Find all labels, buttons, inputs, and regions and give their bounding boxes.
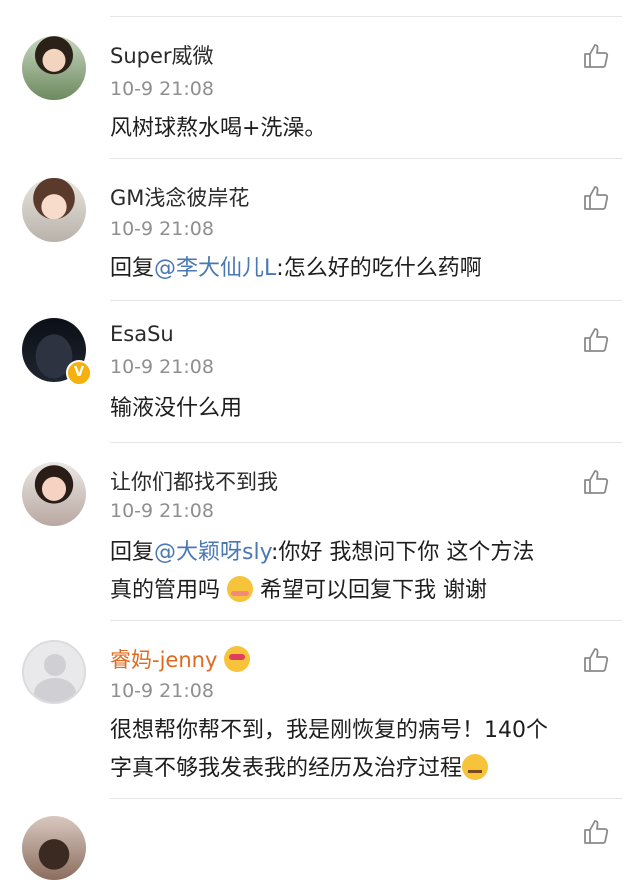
reply-prefix: 回复 [110,540,155,565]
sweat-emoji-icon [462,754,489,780]
commenter-name-text: 睿妈-jenny [110,648,218,672]
comment-body-line1: 很想帮你帮不到，我是刚恢复的病号！140个 [110,718,548,743]
comment-time: 10-9 21:08 [110,680,214,702]
avatar[interactable] [22,178,86,242]
comment-body: :怎么好的吃什么药啊 [276,256,482,281]
thumbs-up-icon[interactable] [582,818,610,846]
comment-time: 10-9 21:08 [110,218,214,240]
comment-text: 很想帮你帮不到，我是刚恢复的病号！140个 字真不够我发表我的经历及治疗过程 [110,712,620,788]
avatar[interactable] [22,462,86,526]
divider [110,158,622,159]
love-emoji-icon [224,646,251,672]
commenter-name[interactable]: 睿妈-jenny [110,644,251,674]
comment-body-line2a: 真的管用吗 [110,578,227,603]
commenter-name[interactable]: Super威微 [110,40,214,70]
comment-time: 10-9 21:08 [110,356,214,378]
thumbs-up-icon[interactable] [582,326,610,354]
comment-body-line2: 字真不够我发表我的经历及治疗过程 [110,756,463,781]
top-divider [110,16,622,17]
divider [110,798,622,799]
commenter-name[interactable]: 让你们都找不到我 [110,466,278,496]
comment-time: 10-9 21:08 [110,78,214,100]
comment-text: 输液没什么用 [110,390,620,428]
thumbs-up-icon[interactable] [582,184,610,212]
comment-body: 风树球熬水喝+洗澡。 [110,116,327,141]
blush-emoji-icon [227,576,253,602]
verified-badge-icon: V [66,360,92,386]
comment-body: 输液没什么用 [110,396,243,421]
thumbs-up-icon[interactable] [582,646,610,674]
comment-text: 回复@李大仙儿L:怎么好的吃什么药啊 [110,250,620,288]
reply-prefix: 回复 [110,256,155,281]
divider [110,300,622,301]
avatar-head-shape [44,654,66,676]
comment-body-line2b: 希望可以回复下我 谢谢 [253,578,487,603]
mention-link[interactable]: @大颖呀sly [154,540,271,565]
thumbs-up-icon[interactable] [582,468,610,496]
divider [110,620,622,621]
comment-text: 回复@大颖呀sly:你好 我想问下你 这个方法 真的管用吗 希望可以回复下我 谢… [110,534,620,610]
avatar[interactable] [22,36,86,100]
default-avatar-icon[interactable] [22,640,86,704]
comment-text: 风树球熬水喝+洗澡。 [110,110,620,148]
commenter-name[interactable]: EsaSu [110,322,174,346]
comment-body-line1: :你好 我想问下你 这个方法 [271,540,535,565]
mention-link[interactable]: @李大仙儿L [154,256,276,281]
commenter-name[interactable]: GM浅念彼岸花 [110,182,249,212]
divider [110,442,622,443]
avatar-body-shape [34,678,76,702]
comment-time: 10-9 21:08 [110,500,214,522]
thumbs-up-icon[interactable] [582,42,610,70]
